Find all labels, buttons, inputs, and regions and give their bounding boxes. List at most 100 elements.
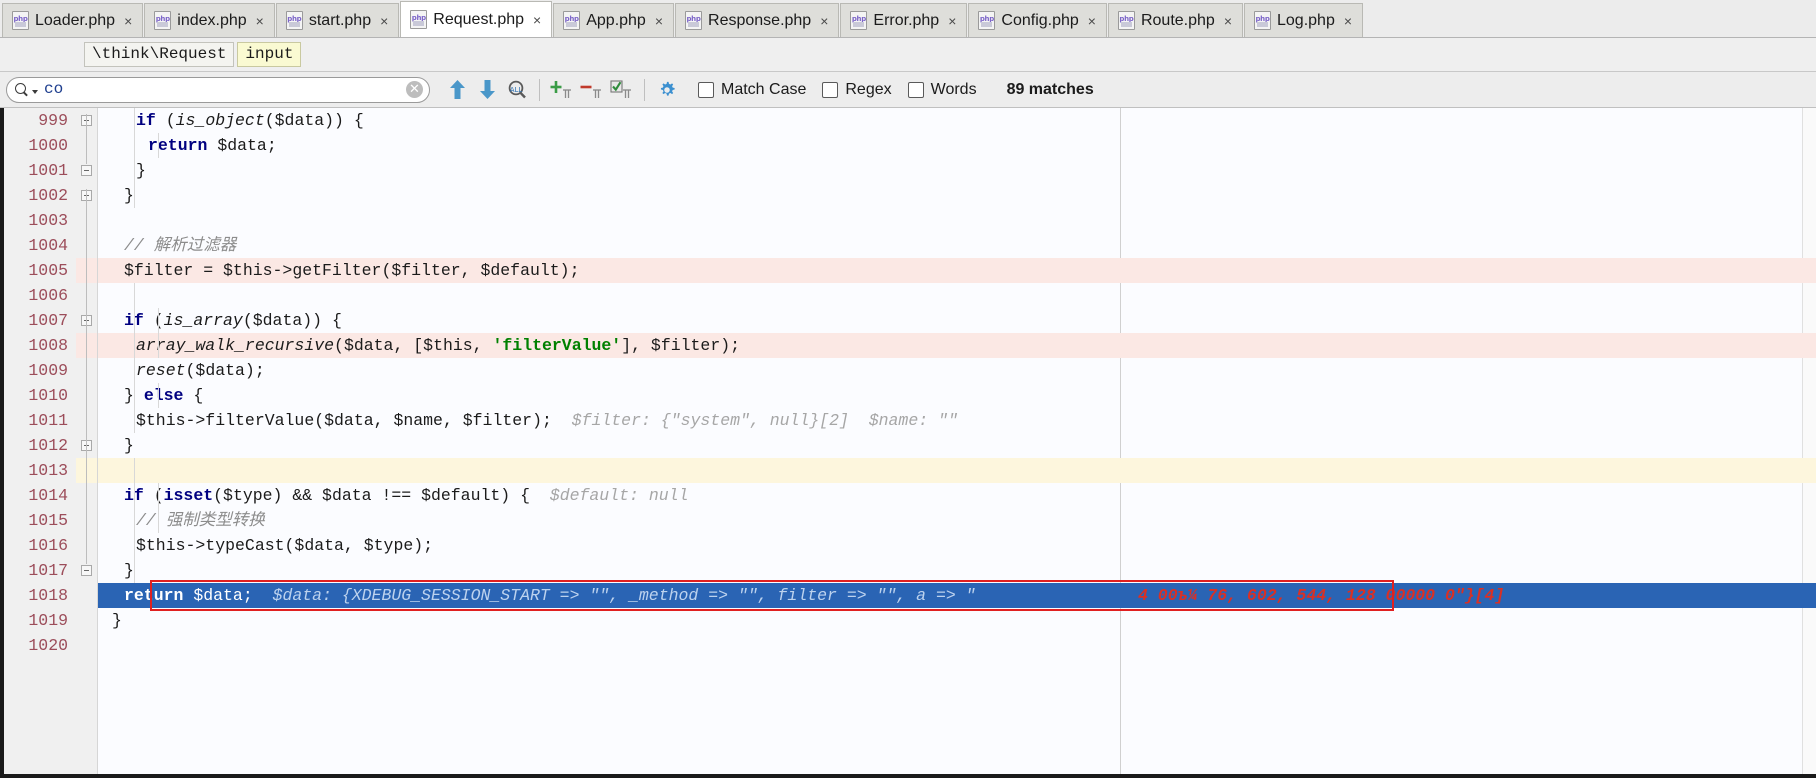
php-file-icon [978, 11, 996, 30]
clear-circle-icon[interactable]: ✕ [406, 81, 423, 98]
code-token: else [143, 386, 184, 405]
editor-tab-config-php[interactable]: Config.php × [968, 3, 1107, 37]
php-file-icon [410, 10, 428, 29]
code-line[interactable]: if (isset($type) && $data !== $default) … [98, 483, 1816, 508]
words-checkbox[interactable] [907, 81, 924, 98]
editor-tab-log-php[interactable]: Log.php × [1244, 3, 1364, 37]
code-line[interactable]: return $data; [98, 133, 1816, 158]
code-line[interactable]: if (is_object($data)) { [98, 108, 1816, 133]
close-icon[interactable]: × [1344, 14, 1352, 28]
line-number: 1013 [28, 461, 68, 480]
arrow-up-icon [449, 80, 465, 99]
close-icon[interactable]: × [256, 14, 264, 28]
code-token: $data; [183, 586, 253, 605]
editor-tab-bar: Loader.php×index.php×start.php×Request.p… [0, 0, 1816, 38]
code-token: array_walk_recursive [136, 336, 335, 355]
editor-tab-app-php[interactable]: App.php × [553, 3, 675, 37]
php-file-icon [563, 11, 581, 30]
code-token: ($data); [185, 361, 265, 380]
line-number: 1003 [28, 211, 68, 230]
editor-tab-response-php[interactable]: Response.php × [675, 3, 840, 37]
editor-tab-error-php[interactable]: Error.php × [840, 3, 968, 37]
editor-tab-route-php[interactable]: Route.php × [1107, 3, 1243, 37]
code-line[interactable] [98, 283, 1816, 308]
code-line[interactable]: } [98, 158, 1816, 183]
code-line[interactable]: // 解析过滤器 [98, 233, 1816, 258]
remove-occurrence-button[interactable] [577, 76, 607, 104]
close-icon[interactable]: × [380, 14, 388, 28]
fold-collapse-icon[interactable] [81, 165, 92, 176]
code-line[interactable]: $this->typeCast($data, $type); [98, 533, 1816, 558]
code-editor[interactable]: 9989991000100110021003100410051006100710… [0, 108, 1816, 778]
code-token: // 强制类型转换 [136, 511, 265, 530]
editor-tab-request-php[interactable]: Request.php × [400, 1, 553, 37]
code-line[interactable] [98, 458, 1816, 483]
find-all-button[interactable]: ALL [502, 76, 532, 104]
close-icon[interactable]: × [1224, 14, 1232, 28]
search-input[interactable]: co ✕ [6, 76, 430, 103]
code-content[interactable]: if (is_object($data)) {return $data;}} //… [98, 108, 1816, 778]
minus-occurrence-icon [580, 85, 601, 98]
editor-tab-index-php[interactable]: index.php × [144, 3, 275, 37]
fold-collapse-icon[interactable] [81, 565, 92, 576]
code-line[interactable]: array_walk_recursive($data, [$this, 'fil… [98, 333, 1816, 358]
code-token: $data: {XDEBUG_SESSION_START => "", _met… [252, 586, 976, 605]
editor-tab-start-php[interactable]: start.php × [275, 3, 400, 37]
code-folding-gutter[interactable] [76, 108, 98, 778]
add-occurrence-button[interactable] [547, 76, 577, 104]
line-number: 1005 [28, 261, 68, 280]
code-line[interactable]: $this->filterValue($data, $name, $filter… [98, 408, 1816, 433]
fold-region-line [86, 114, 87, 164]
code-line[interactable]: } [98, 558, 1816, 583]
code-line[interactable] [98, 633, 1816, 658]
line-number: 1010 [28, 386, 68, 405]
breadcrumb-method[interactable]: input [237, 41, 302, 68]
match-case-option[interactable]: Match Case [698, 81, 806, 99]
code-line[interactable]: $filter = $this->getFilter($filter, $def… [98, 258, 1816, 283]
tab-label: Config.php [1001, 11, 1079, 29]
code-line[interactable]: return $data; $data: {XDEBUG_SESSION_STA… [98, 583, 1816, 608]
close-icon[interactable]: × [655, 14, 663, 28]
close-icon[interactable]: × [820, 14, 828, 28]
php-file-icon [12, 11, 29, 30]
indent-guide [158, 483, 159, 533]
code-line[interactable]: reset($data); [98, 358, 1816, 383]
code-line[interactable]: } [98, 608, 1816, 633]
regex-option[interactable]: Regex [822, 81, 892, 99]
words-option[interactable]: Words [907, 81, 977, 99]
code-line[interactable]: } else { [98, 383, 1816, 408]
indent-guide [158, 383, 159, 408]
close-icon[interactable]: × [533, 13, 541, 27]
line-number: 1020 [28, 636, 68, 655]
window-bottom-edge [0, 774, 1816, 778]
select-all-occurrences-button[interactable] [607, 76, 637, 104]
find-toolbar: co ✕ ALL Match Case Regex Words 89 match… [0, 72, 1816, 108]
code-token: ( [155, 111, 176, 130]
code-token: isset [163, 486, 214, 505]
find-next-button[interactable] [472, 76, 502, 104]
close-icon[interactable]: × [1088, 14, 1096, 28]
find-settings-button[interactable] [652, 76, 682, 104]
line-number: 999 [38, 111, 68, 130]
editor-tab-loader-php[interactable]: Loader.php × [2, 3, 144, 37]
code-line[interactable]: // 强制类型转换 [98, 508, 1816, 533]
code-line[interactable]: } [98, 433, 1816, 458]
breadcrumb: \think\Request input [0, 38, 1816, 72]
match-case-checkbox[interactable] [698, 81, 714, 98]
code-line[interactable]: if (is_array($data)) { [98, 308, 1816, 333]
breadcrumb-class[interactable]: \think\Request [84, 41, 235, 68]
find-previous-button[interactable] [442, 76, 472, 104]
line-number: 1009 [28, 361, 68, 380]
regex-checkbox[interactable] [822, 81, 839, 98]
close-icon[interactable]: × [124, 14, 132, 28]
code-token: is_array [163, 311, 243, 330]
code-token: ($data, [$this, [334, 336, 493, 355]
code-line[interactable] [98, 208, 1816, 233]
line-number: 1016 [28, 536, 68, 555]
code-line[interactable]: } [98, 183, 1816, 208]
chevron-down-icon[interactable] [32, 89, 38, 94]
code-token: } [136, 161, 146, 180]
line-number-gutter[interactable]: 9989991000100110021003100410051006100710… [4, 108, 95, 778]
close-icon[interactable]: × [948, 14, 956, 28]
tab-label: Error.php [873, 11, 940, 29]
